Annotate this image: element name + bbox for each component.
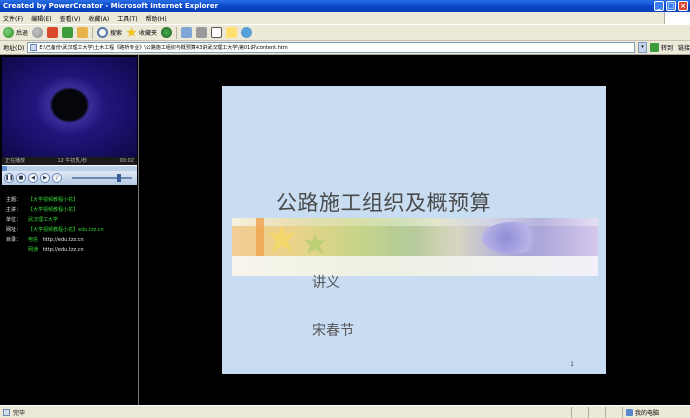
course-info: 主题： 【大学视频教程小花】 主讲： 【大学视频教程小花】 单位： 武汉理工大学… xyxy=(6,195,104,255)
menu-tools[interactable]: 工具(T) xyxy=(117,14,137,23)
address-dropdown[interactable]: ▾ xyxy=(637,42,647,53)
netcom-link[interactable]: http://edu.tzz.cn xyxy=(43,247,84,253)
slide-author: 宋春节 xyxy=(312,323,354,339)
computer-icon xyxy=(626,408,633,416)
maximize-button[interactable]: □ xyxy=(666,1,676,11)
toolbar-separator xyxy=(92,26,94,39)
menu-view[interactable]: 查看(V) xyxy=(60,14,81,23)
links-label[interactable]: 链接 xyxy=(678,43,690,52)
player-status-bar: 正在播放 12 牛初乳/秒 00:02 xyxy=(2,157,137,165)
edit-icon[interactable] xyxy=(211,27,223,38)
home-icon[interactable] xyxy=(77,27,89,38)
main-content: 公路施工组织及概预算 讲义 宋春节 1 xyxy=(140,55,690,405)
next-button[interactable]: ▶ xyxy=(40,173,50,183)
info-row: 主题： 【大学视频教程小花】 xyxy=(6,197,79,203)
close-button[interactable]: × xyxy=(678,1,688,11)
mail-icon[interactable] xyxy=(181,27,193,38)
player-controls: ❚❚ ■ ◀ ▶ ♪ xyxy=(2,171,137,185)
star-icon xyxy=(126,27,137,38)
address-value: E:\已备份\武汉理工大学\土木工程《路桥专业》\公路施工组织与概预算43讲武汉… xyxy=(39,44,288,51)
messenger-icon[interactable] xyxy=(241,27,253,38)
windows-logo xyxy=(664,12,690,24)
player-track: 12 牛初乳/秒 xyxy=(57,158,88,164)
slide-subtitle: 讲义 xyxy=(312,275,340,291)
page-icon xyxy=(30,44,38,51)
menu-file[interactable]: 文件(F) xyxy=(3,14,23,23)
stop-icon[interactable] xyxy=(47,27,59,38)
presentation-slide: 公路施工组织及概预算 讲义 宋春节 1 xyxy=(222,86,606,374)
slide-banner xyxy=(232,218,598,276)
player-status: 正在播放 xyxy=(5,158,26,164)
menu-bar: 文件(F) 编辑(E) 查看(V) 收藏(A) 工具(T) 帮助(H) xyxy=(0,12,690,24)
telecom-link[interactable]: http://edu.tzz.cn xyxy=(43,237,84,243)
go-arrow-icon xyxy=(649,43,659,52)
back-label: 后退 xyxy=(16,30,29,37)
security-zone: 我的电脑 xyxy=(622,406,690,418)
search-button[interactable]: 搜索 xyxy=(97,26,122,40)
forward-button[interactable] xyxy=(32,26,44,40)
zone-label: 我的电脑 xyxy=(635,409,660,417)
media-icon[interactable] xyxy=(161,27,173,38)
volume-slider[interactable] xyxy=(72,174,132,182)
forward-arrow-icon xyxy=(32,27,44,38)
search-label: 搜索 xyxy=(110,30,123,37)
minimize-button[interactable]: _ xyxy=(654,1,664,11)
address-input[interactable]: E:\已备份\武汉理工大学\土木工程《路桥专业》\公路施工组织与概预算43讲武汉… xyxy=(27,42,635,53)
slide-title: 公路施工组织及概预算 xyxy=(276,191,491,215)
go-label: 转到 xyxy=(660,45,673,52)
page-icon xyxy=(3,408,10,416)
favorites-label: 收藏夹 xyxy=(139,30,158,37)
favorites-button[interactable]: 收藏夹 xyxy=(126,26,157,40)
folder-icon[interactable] xyxy=(226,27,238,38)
address-bar: 地址(D) E:\已备份\武汉理工大学\土木工程《路桥专业》\公路施工组织与概预… xyxy=(0,41,690,55)
pause-button[interactable]: ❚❚ xyxy=(4,173,14,183)
toolbar: 后退 搜索 收藏夹 xyxy=(0,24,690,41)
flower-decoration xyxy=(482,222,542,254)
player-time: 00:02 xyxy=(119,158,134,164)
slide-page-number: 1 xyxy=(570,361,574,368)
window-title: Created by PowerCreator - Microsoft Inte… xyxy=(3,2,219,10)
address-label: 地址(D) xyxy=(3,45,25,52)
search-icon xyxy=(97,27,109,38)
window-controls: _ □ × xyxy=(654,1,688,11)
left-panel: 正在播放 12 牛初乳/秒 00:02 ❚❚ ■ ◀ ▶ ♪ 主题： 【大学视频… xyxy=(0,55,139,405)
window-title-bar: Created by PowerCreator - Microsoft Inte… xyxy=(0,0,690,12)
mute-button[interactable]: ♪ xyxy=(52,173,62,183)
info-row: 主讲： 【大学视频教程小花】 xyxy=(6,207,79,213)
print-icon[interactable] xyxy=(196,27,208,38)
info-row: 网址： 【大学视频教程小花】edu.tzz.cn xyxy=(6,227,104,233)
back-button[interactable]: 后退 xyxy=(3,26,28,40)
video-player[interactable] xyxy=(2,57,137,157)
info-row: 网通 http://edu.tzz.cn xyxy=(28,247,84,253)
status-text: 完毕 xyxy=(13,409,26,417)
status-bar: 完毕 我的电脑 xyxy=(0,405,690,418)
menu-favorites[interactable]: 收藏(A) xyxy=(88,14,109,23)
info-row: 单位： 武汉理工大学 xyxy=(6,217,59,223)
back-arrow-icon xyxy=(3,27,14,38)
info-row: 目录： 电信 http://edu.tzz.cn xyxy=(6,237,84,243)
menu-edit[interactable]: 编辑(E) xyxy=(31,14,51,23)
menu-help[interactable]: 帮助(H) xyxy=(146,14,167,23)
toolbar-separator xyxy=(176,26,178,39)
previous-button[interactable]: ◀ xyxy=(28,173,38,183)
refresh-icon[interactable] xyxy=(62,27,74,38)
go-button[interactable]: 转到 xyxy=(649,43,675,52)
stop-button[interactable]: ■ xyxy=(16,173,26,183)
volume-knob[interactable] xyxy=(117,174,121,182)
